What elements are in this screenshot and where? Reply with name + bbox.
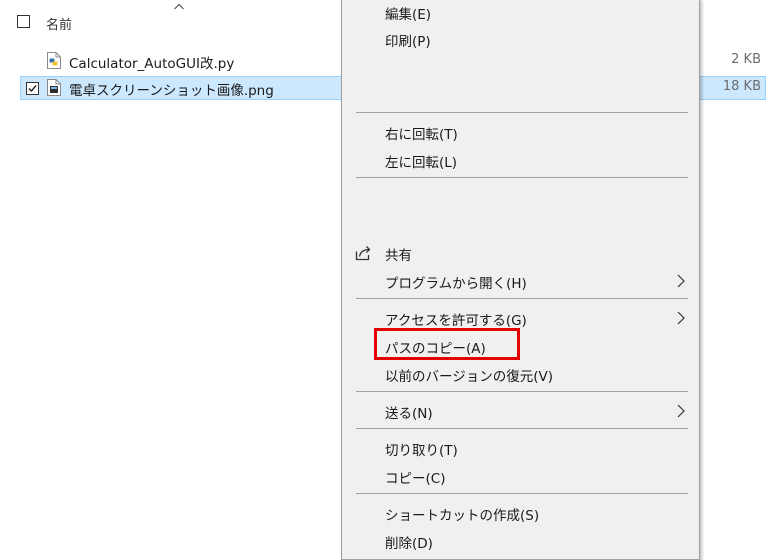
menu-item-label: 左に回転(L) [385, 155, 458, 171]
checkmark-icon [28, 85, 37, 93]
column-header-name[interactable]: 名前 [46, 14, 72, 33]
chevron-right-icon [677, 311, 685, 325]
menu-item-label: 切り取り(T) [385, 443, 458, 459]
menu-item-label: プログラムから開く(H) [385, 276, 527, 292]
file-name: Calculator_AutoGUI改.py [69, 56, 235, 72]
row-checkbox-checked[interactable] [26, 82, 39, 95]
menu-item-restore-previous-versions[interactable]: 以前のバージョンの復元(V) [342, 361, 699, 387]
menu-item-create-shortcut[interactable]: ショートカットの作成(S) [342, 500, 699, 526]
context-menu: 編集(E) 印刷(P) 右に回転(T) 左に回転(L) 共有 プログラムから開く… [341, 0, 700, 560]
menu-separator [356, 391, 688, 392]
chevron-right-icon [677, 274, 685, 288]
menu-item-label: 右に回転(T) [385, 127, 458, 143]
file-name: 電卓スクリーンショット画像.png [69, 83, 274, 99]
menu-item-print[interactable]: 印刷(P) [342, 26, 699, 52]
menu-separator [356, 493, 688, 494]
menu-separator [356, 428, 688, 429]
menu-item-send-to[interactable]: 送る(N) [342, 398, 699, 424]
menu-item-cut[interactable]: 切り取り(T) [342, 435, 699, 461]
select-all-checkbox[interactable] [17, 15, 30, 28]
image-file-icon [47, 79, 61, 96]
menu-item-label: 印刷(P) [385, 34, 431, 50]
highlight-annotation-box [374, 328, 520, 360]
menu-item-label: 送る(N) [385, 406, 433, 422]
menu-item-open-with[interactable]: プログラムから開く(H) [342, 268, 699, 294]
menu-item-rotate-left[interactable]: 左に回転(L) [342, 147, 699, 173]
menu-item-edit[interactable]: 編集(E) [342, 0, 699, 25]
menu-item-delete[interactable]: 削除(D) [342, 528, 699, 554]
menu-item-label: コピー(C) [385, 471, 446, 487]
file-size: 18 KB [722, 79, 761, 94]
menu-item-label: 以前のバージョンの復元(V) [385, 369, 553, 385]
menu-item-copy[interactable]: コピー(C) [342, 463, 699, 489]
share-icon [355, 246, 371, 261]
menu-separator [356, 112, 688, 113]
menu-item-label: アクセスを許可する(G) [385, 313, 527, 329]
chevron-right-icon [677, 404, 685, 418]
menu-item-label: 編集(E) [385, 7, 432, 23]
menu-item-label: 削除(D) [385, 536, 433, 552]
file-size: 2 KB [731, 52, 761, 67]
menu-item-label: ショートカットの作成(S) [385, 508, 540, 524]
menu-separator [356, 177, 688, 178]
menu-item-rotate-right[interactable]: 右に回転(T) [342, 119, 699, 145]
python-file-icon [47, 52, 61, 69]
menu-item-label: 共有 [385, 248, 412, 264]
sort-ascending-icon [174, 3, 184, 10]
menu-item-share[interactable]: 共有 [342, 240, 699, 266]
menu-separator [356, 298, 688, 299]
